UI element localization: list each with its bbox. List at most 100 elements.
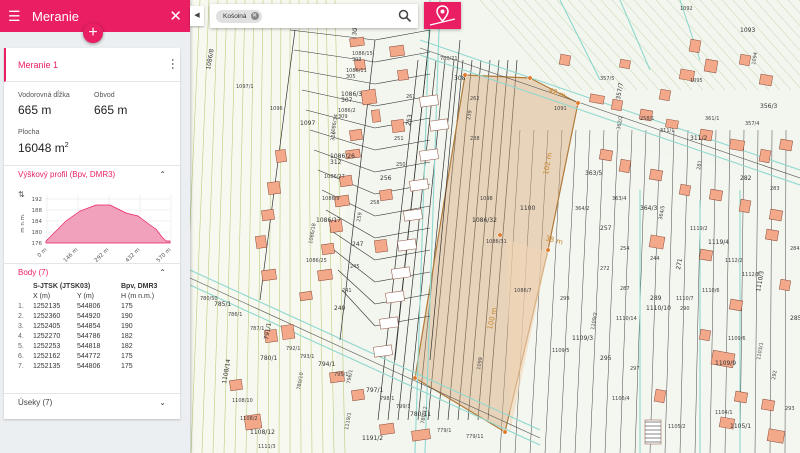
location-pin-button[interactable] bbox=[424, 2, 461, 29]
building-outline[interactable] bbox=[419, 94, 439, 108]
building-outline[interactable] bbox=[403, 208, 423, 222]
building[interactable] bbox=[280, 323, 296, 341]
search-chip[interactable]: Košolná ✕ bbox=[216, 9, 262, 23]
building[interactable] bbox=[648, 168, 664, 182]
building[interactable] bbox=[370, 109, 382, 123]
building[interactable] bbox=[698, 328, 712, 342]
table-row[interactable]: 5. 1252253 544818 182 bbox=[18, 341, 157, 351]
building-hatched[interactable] bbox=[644, 419, 662, 445]
collapse-panel-button[interactable]: ◀ bbox=[190, 6, 204, 26]
vertex-marker[interactable] bbox=[502, 429, 508, 435]
table-row[interactable]: 6. 1252162 544772 175 bbox=[18, 351, 157, 361]
table-row[interactable]: 7. 1252135 544806 175 bbox=[18, 361, 157, 371]
measurement-card-header[interactable]: Meranie 1 ⋯ bbox=[4, 48, 180, 82]
building-outline[interactable] bbox=[379, 316, 399, 330]
building[interactable] bbox=[760, 398, 776, 412]
building-outline[interactable] bbox=[397, 238, 417, 252]
building[interactable] bbox=[351, 388, 365, 402]
chevron-up-icon[interactable]: ⌃ bbox=[159, 268, 166, 277]
building[interactable] bbox=[738, 53, 752, 67]
building[interactable] bbox=[411, 428, 431, 442]
building[interactable] bbox=[360, 88, 378, 106]
parcel-label: 282 bbox=[740, 175, 752, 182]
more-options-icon[interactable]: ⋯ bbox=[166, 58, 180, 72]
building[interactable] bbox=[317, 268, 333, 282]
building[interactable] bbox=[389, 44, 405, 58]
building[interactable] bbox=[728, 298, 744, 312]
vertex-marker[interactable] bbox=[545, 247, 551, 253]
building[interactable] bbox=[758, 148, 772, 164]
building[interactable] bbox=[349, 36, 365, 48]
swap-axis-icon[interactable]: ⇅ bbox=[18, 190, 25, 199]
vertex-marker[interactable] bbox=[527, 75, 533, 81]
parcel-label: 311/2 bbox=[690, 135, 707, 142]
building[interactable] bbox=[728, 138, 746, 152]
building-outline[interactable] bbox=[419, 148, 439, 162]
building[interactable] bbox=[618, 158, 632, 174]
building[interactable] bbox=[299, 290, 313, 302]
table-row[interactable]: 1. 1252135 544806 175 bbox=[18, 301, 157, 311]
building[interactable] bbox=[254, 235, 268, 249]
table-row[interactable]: 3. 1252405 544854 190 bbox=[18, 321, 157, 331]
building[interactable] bbox=[598, 148, 614, 162]
building[interactable] bbox=[261, 268, 277, 282]
building[interactable] bbox=[688, 38, 702, 54]
building[interactable] bbox=[379, 422, 395, 436]
building[interactable] bbox=[758, 73, 774, 87]
vertex-marker[interactable] bbox=[497, 232, 503, 238]
x-tick-label: 146 m bbox=[63, 247, 80, 263]
vertex-marker[interactable] bbox=[462, 72, 468, 78]
building[interactable] bbox=[738, 198, 752, 214]
building[interactable] bbox=[379, 188, 393, 202]
building[interactable] bbox=[733, 390, 749, 404]
parcel-label: 272 bbox=[600, 266, 610, 272]
menu-icon[interactable]: ☰ bbox=[8, 8, 26, 25]
search-icon[interactable] bbox=[398, 9, 412, 23]
building-outline[interactable] bbox=[409, 178, 429, 192]
search-input[interactable] bbox=[265, 12, 398, 20]
chevron-down-icon[interactable]: ⌄ bbox=[159, 398, 166, 407]
area-value: 16048 m2 bbox=[18, 141, 180, 155]
building[interactable] bbox=[698, 248, 714, 262]
building[interactable] bbox=[274, 149, 288, 163]
building[interactable] bbox=[321, 242, 335, 256]
profile-section-header[interactable]: Výškový profil (Bpv, DMR3) ⌃ bbox=[4, 165, 180, 183]
building[interactable] bbox=[619, 58, 631, 70]
parcel-label: 1105/1 bbox=[730, 423, 751, 430]
building[interactable] bbox=[708, 188, 724, 202]
table-row[interactable]: 4. 1252270 544786 182 bbox=[18, 331, 157, 341]
building[interactable] bbox=[778, 138, 794, 152]
vertex-marker[interactable] bbox=[575, 100, 581, 106]
building-outline[interactable] bbox=[373, 344, 393, 358]
building[interactable] bbox=[778, 278, 792, 292]
add-measurement-button[interactable]: + bbox=[83, 23, 103, 43]
building-outline[interactable] bbox=[391, 266, 411, 280]
building[interactable] bbox=[558, 53, 572, 67]
close-icon[interactable]: ✕ bbox=[169, 7, 182, 25]
building[interactable] bbox=[764, 228, 780, 242]
table-row[interactable]: 2. 1252360 544920 190 bbox=[18, 311, 157, 321]
building[interactable] bbox=[261, 208, 275, 222]
chip-remove-icon[interactable]: ✕ bbox=[250, 12, 259, 20]
building[interactable] bbox=[653, 388, 667, 404]
building[interactable] bbox=[390, 118, 406, 134]
building[interactable] bbox=[768, 208, 784, 222]
building[interactable] bbox=[266, 180, 282, 196]
building-outline[interactable] bbox=[429, 118, 449, 132]
chevron-up-icon[interactable]: ⌃ bbox=[159, 170, 166, 179]
elevation-profile[interactable]: ⇅ m n.m. 192 188 184 180 176 0 m 146 m 292 m 43… bbox=[4, 183, 180, 263]
building[interactable] bbox=[678, 183, 692, 197]
y-tick-label: 184 bbox=[32, 219, 43, 225]
points-section-header[interactable]: Body (7) ⌃ bbox=[4, 263, 180, 281]
vertex-marker[interactable] bbox=[412, 375, 418, 381]
building[interactable] bbox=[658, 88, 672, 102]
segments-section-header[interactable]: Úseky (7) ⌄ bbox=[4, 393, 180, 411]
building[interactable] bbox=[229, 378, 243, 392]
building[interactable] bbox=[703, 58, 719, 74]
building[interactable] bbox=[349, 128, 363, 142]
building[interactable] bbox=[648, 234, 666, 250]
building[interactable] bbox=[766, 428, 786, 444]
building-outline[interactable] bbox=[385, 290, 405, 304]
building[interactable] bbox=[397, 69, 409, 81]
building[interactable] bbox=[373, 238, 389, 254]
